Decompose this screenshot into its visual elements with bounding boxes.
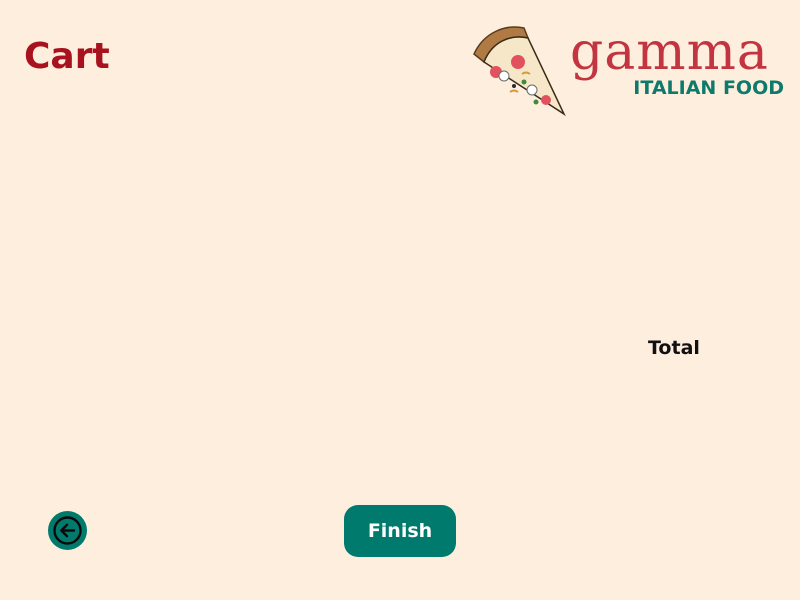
brand-name: gamma bbox=[570, 22, 769, 82]
brand-tagline: ITALIAN FOOD bbox=[633, 77, 784, 99]
total-label: Total bbox=[648, 337, 700, 359]
pizza-slice-icon bbox=[473, 26, 566, 117]
arrow-left-circle-icon bbox=[53, 516, 82, 545]
back-button[interactable] bbox=[48, 511, 87, 550]
cart-screen: Cart gamma ITALIAN FOOD Total Finish bbox=[0, 0, 800, 600]
finish-button[interactable]: Finish bbox=[344, 505, 456, 557]
brand-logo: gamma ITALIAN FOOD bbox=[466, 20, 796, 120]
page-title: Cart bbox=[24, 36, 110, 77]
